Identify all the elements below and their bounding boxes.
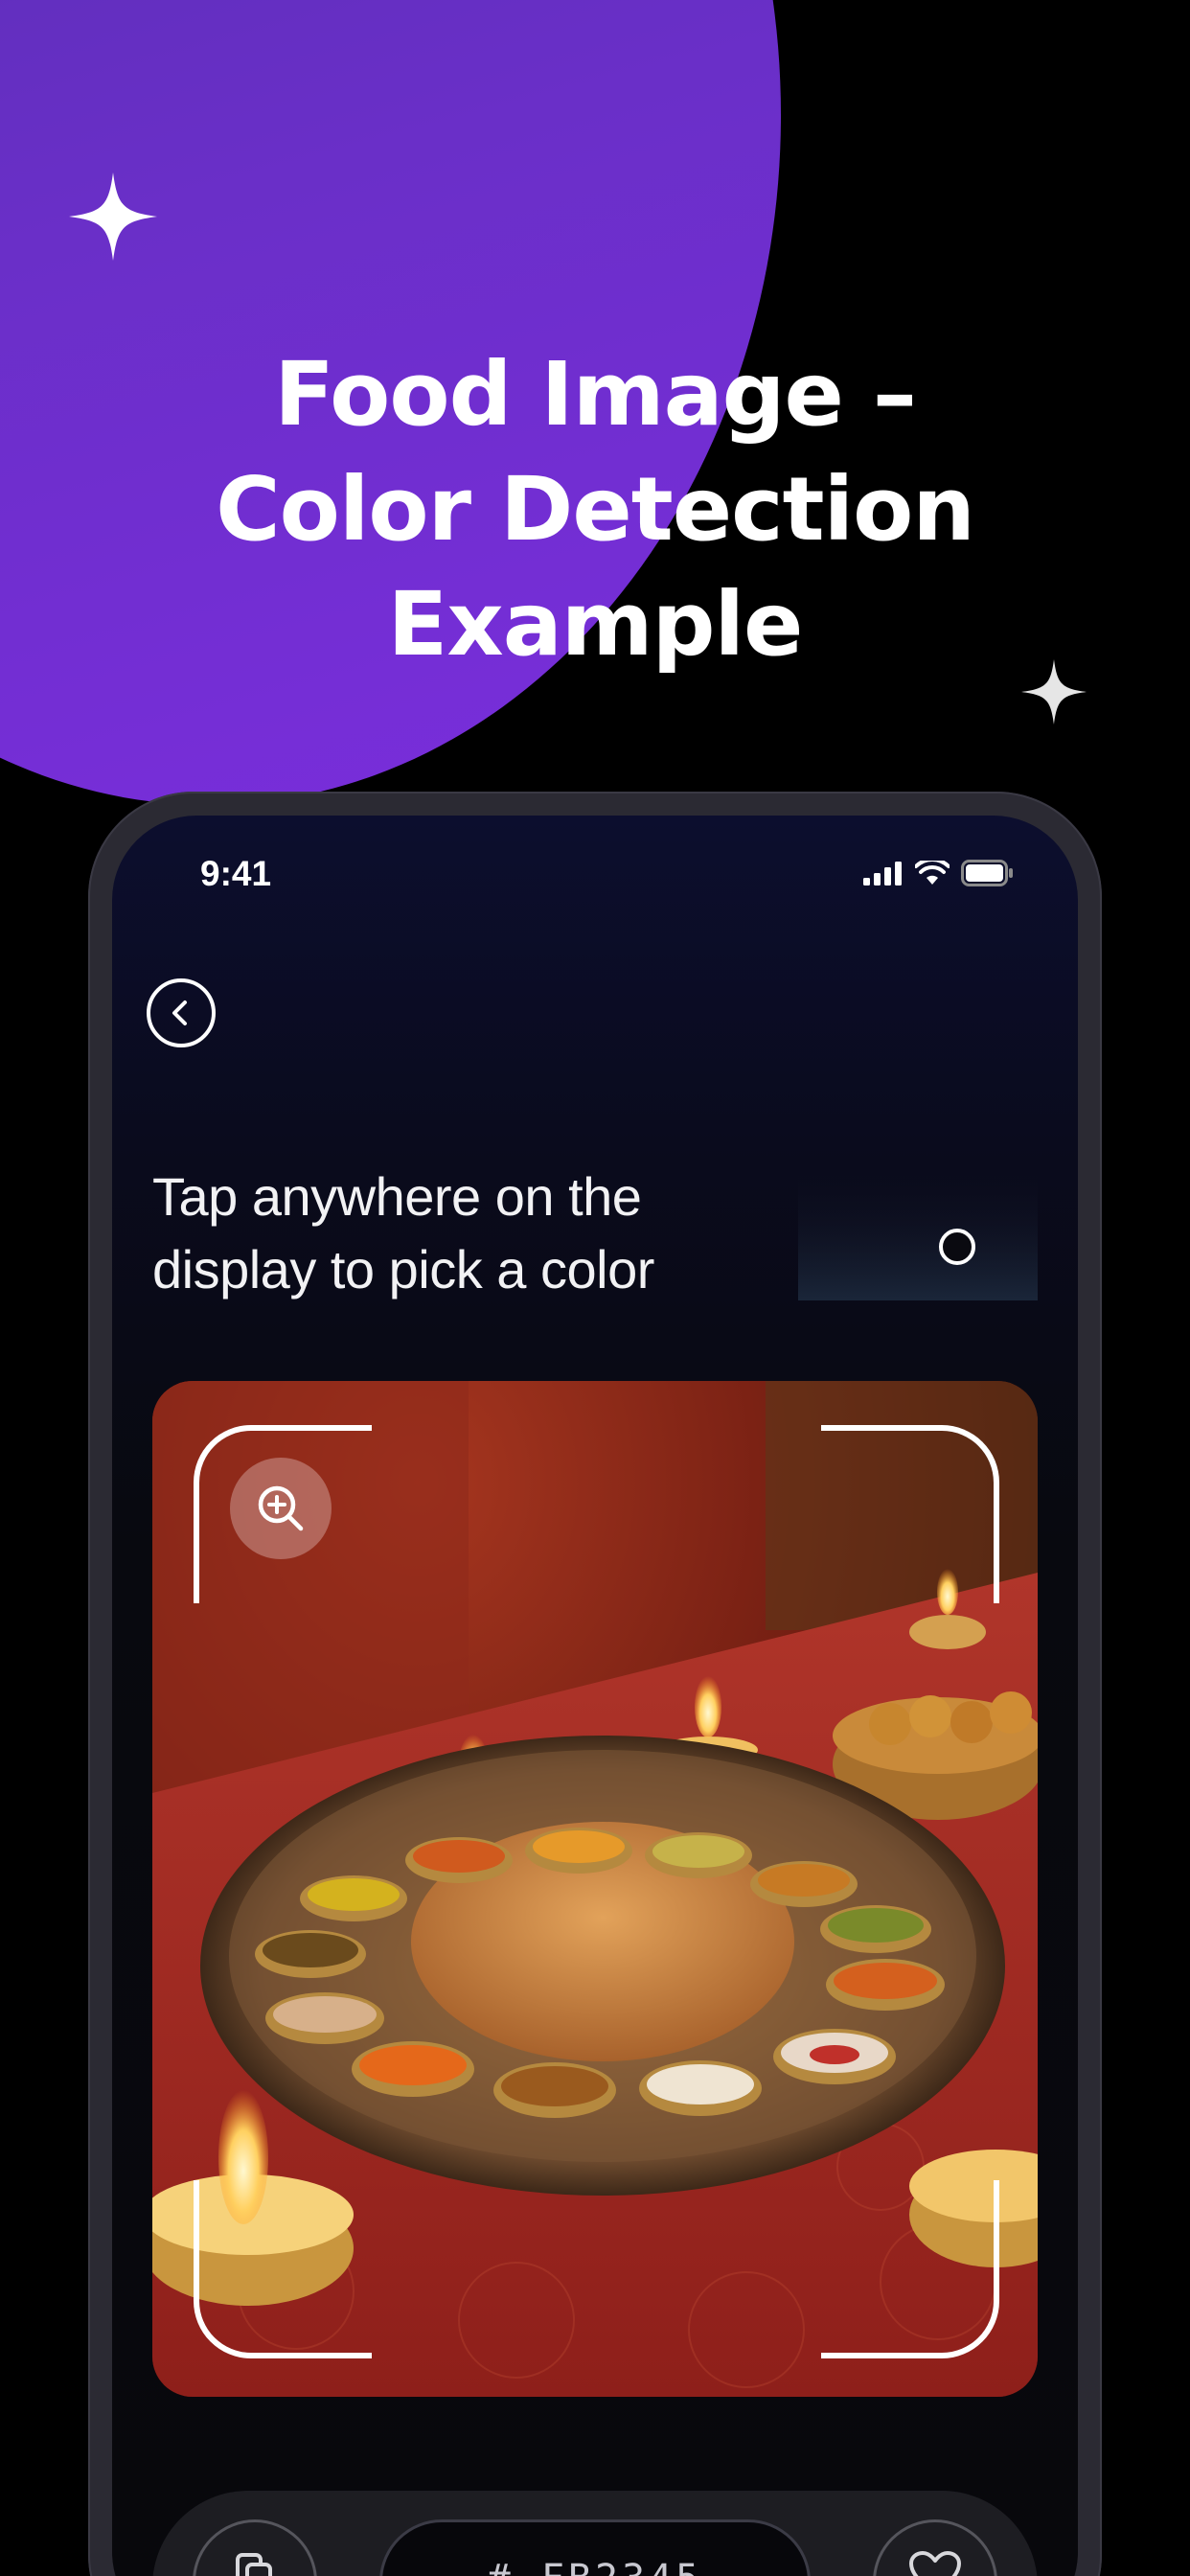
page-title: Food Image – Color Detection Example — [0, 337, 1190, 682]
scan-frame-corner-bottom-right — [821, 2180, 999, 2358]
color-picker-grid-illustration — [798, 1170, 1038, 1300]
signal-icon — [863, 861, 904, 890]
title-line-1: Food Image – — [274, 343, 917, 446]
scan-frame-corner-bottom-left — [194, 2180, 372, 2358]
status-bar: 9:41 — [112, 816, 1078, 931]
hex-value-display[interactable]: # FB2345 — [379, 2519, 811, 2576]
heart-icon — [909, 2551, 961, 2576]
wifi-icon — [914, 857, 950, 890]
copy-icon — [236, 2553, 272, 2576]
scan-frame-corner-top-left — [194, 1425, 372, 1603]
instruction-text: Tap anywhere on the display to pick a co… — [152, 1161, 746, 1306]
instruction-line-2: display to pick a color — [152, 1239, 654, 1300]
status-icons — [863, 857, 1015, 891]
status-time: 9:41 — [200, 854, 272, 893]
title-line-3: Example — [387, 573, 804, 676]
back-button[interactable] — [147, 978, 216, 1047]
instruction-line-1: Tap anywhere on the — [152, 1166, 642, 1227]
title-line-2: Color Detection — [216, 458, 975, 561]
phone-screen: 9:41 Tap anywhere on the display to pick… — [112, 816, 1078, 2576]
page: Food Image – Color Detection Example 9:4… — [0, 0, 1190, 2576]
chevron-left-icon — [172, 1000, 187, 1025]
sparkle-icon — [69, 172, 157, 261]
battery-icon — [961, 860, 1015, 891]
scan-frame-corner-top-right — [821, 1425, 999, 1603]
hex-value-text: # FB2345 — [488, 2557, 703, 2576]
